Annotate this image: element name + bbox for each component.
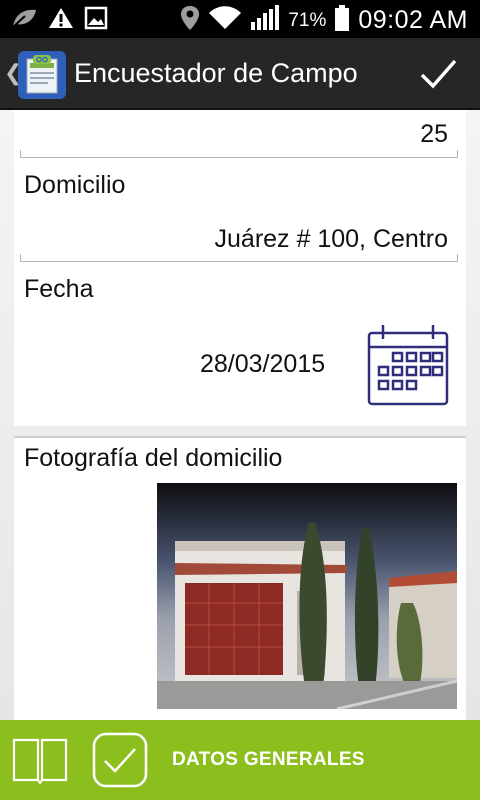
- confirm-check-icon[interactable]: [418, 54, 458, 94]
- leaf-icon: [10, 6, 38, 35]
- book-icon[interactable]: [10, 736, 70, 785]
- check-circle-icon[interactable]: [92, 732, 148, 788]
- house-photo[interactable]: [157, 483, 457, 709]
- section-label[interactable]: DATOS GENERALES: [172, 749, 365, 771]
- image-icon: [84, 6, 108, 35]
- photo-label: Fotografía del domicilio: [24, 444, 283, 472]
- date-label: Fecha: [24, 275, 94, 303]
- app-title: Encuestador de Campo: [74, 58, 358, 88]
- form-card: 25 Domicilio Juárez # 100, Centro Fecha …: [14, 110, 466, 426]
- warning-icon: [48, 6, 74, 35]
- battery-percentage: 71%: [288, 9, 327, 31]
- address-field[interactable]: Juárez # 100, Centro: [215, 225, 448, 254]
- photo-card: Fotografía del domicilio: [14, 436, 466, 720]
- form-content: 25 Domicilio Juárez # 100, Centro Fecha …: [0, 110, 480, 720]
- number-field[interactable]: 25: [420, 120, 448, 149]
- wifi-icon: [208, 5, 242, 36]
- status-bar: 71% 09:02 AM: [0, 0, 480, 38]
- app-logo-icon[interactable]: [17, 50, 67, 100]
- location-icon: [180, 4, 200, 37]
- address-field-underline: [20, 254, 458, 262]
- calendar-icon[interactable]: [367, 323, 449, 412]
- number-field-underline: [20, 150, 458, 158]
- clock: 09:02 AM: [358, 6, 468, 34]
- signal-icon: [250, 4, 280, 37]
- date-field[interactable]: 28/03/2015: [200, 350, 325, 379]
- battery-icon: [334, 4, 350, 37]
- address-label: Domicilio: [24, 171, 126, 199]
- bottom-bar: DATOS GENERALES: [0, 720, 480, 800]
- action-bar: ❮ Encuestador de Campo: [0, 38, 480, 110]
